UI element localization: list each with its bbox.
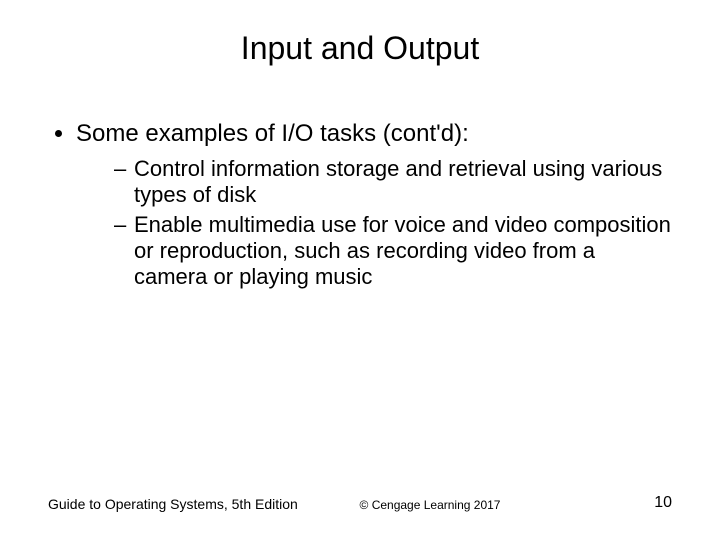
page-number: 10 [654, 494, 672, 512]
slide-title: Input and Output [0, 30, 720, 67]
bullet-list-level2: Control information storage and retrieva… [76, 156, 672, 290]
sub-bullet: Control information storage and retrieva… [114, 156, 672, 208]
bullet-main: Some examples of I/O tasks (cont'd): Con… [76, 120, 672, 290]
slide-body: Some examples of I/O tasks (cont'd): Con… [48, 120, 672, 296]
bullet-main-text: Some examples of I/O tasks (cont'd): [76, 120, 469, 147]
bullet-list-level1: Some examples of I/O tasks (cont'd): Con… [48, 120, 672, 290]
slide: Input and Output Some examples of I/O ta… [0, 0, 720, 540]
sub-bullet: Enable multimedia use for voice and vide… [114, 212, 672, 290]
footer-center: © Cengage Learning 2017 [0, 498, 720, 512]
